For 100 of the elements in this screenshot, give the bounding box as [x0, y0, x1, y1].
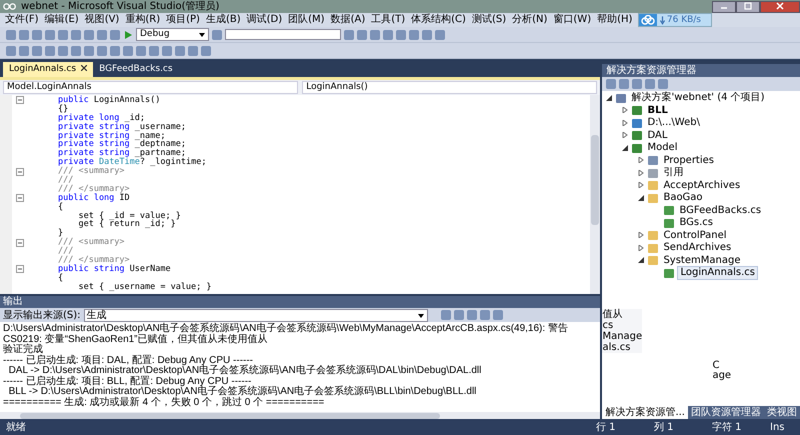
- code-line: {}: [58, 104, 68, 114]
- window-title: webnet - Microsoft Visual Studio(管理员): [21, 0, 220, 12]
- output-line: D:\Users\Administrator\Desktop\AN电子会签系统源码\AN电子会签系统源码\Web\MyManage\AcceptArcCB.aspx.cs(49,16): 警告 CS0219: 变量“ShenGaoRen1”已赋值，但其值从未使用值从: [3, 324, 569, 344]
- menu-item[interactable]: 团队(M): [285, 14, 328, 26]
- toolbar-icon[interactable]: [492, 310, 503, 320]
- item-icon: [664, 268, 674, 278]
- tree-item[interactable]: BGFeedBacks.cs: [677, 204, 764, 217]
- document-tab[interactable]: LoginAnnals.cs: [3, 62, 94, 77]
- menu-item[interactable]: 调试(D): [244, 14, 286, 26]
- collapse-icon[interactable]: [16, 265, 24, 274]
- tree-item[interactable]: ControlPanel: [661, 230, 729, 242]
- code-line: public long ID: [58, 194, 130, 203]
- tree-item[interactable]: Model: [645, 142, 680, 154]
- tree-item[interactable]: BaoGao: [661, 192, 705, 204]
- expander-icon[interactable]: [622, 144, 628, 151]
- item-icon: [648, 256, 658, 266]
- item-icon: [648, 194, 658, 203]
- close-button[interactable]: [760, 0, 800, 12]
- panel-tab[interactable]: 解决方案资源管...: [602, 406, 688, 419]
- caret-icon: [199, 33, 205, 37]
- configuration-dropdown[interactable]: Debug: [136, 28, 209, 41]
- toolbar-icon[interactable]: [440, 310, 451, 320]
- tree-item[interactable]: 引用: [661, 167, 686, 180]
- output-line: ------ 已启动生成: 项目: BLL, 配置: Debug Any CPU ------: [3, 376, 252, 386]
- vertical-scrollbar[interactable]: [590, 95, 600, 294]
- expander-icon[interactable]: [638, 257, 644, 264]
- ghost-text: 值从: [602, 309, 624, 320]
- tree-item[interactable]: Properties: [661, 154, 716, 167]
- tree-item[interactable]: BGs.cs: [677, 217, 715, 230]
- menu-item[interactable]: 窗口(W): [550, 14, 594, 26]
- member-dropdown[interactable]: LoginAnnals(): [302, 81, 598, 94]
- type-dropdown[interactable]: Model.LoginAnnals: [3, 81, 298, 94]
- item-icon: [648, 156, 658, 166]
- horizontal-scrollbar[interactable]: [0, 412, 600, 419]
- menu-item[interactable]: 生成(B): [202, 14, 244, 26]
- menu-item[interactable]: 体系结构(C): [408, 14, 469, 26]
- code-line: public LoginAnnals(): [58, 96, 160, 105]
- menu-item[interactable]: 工具(T): [368, 14, 408, 26]
- play-icon[interactable]: [123, 30, 133, 40]
- explorer-title: 解决方案资源管理器: [602, 64, 800, 77]
- code-line: /// <summary>: [58, 167, 125, 176]
- menu-item[interactable]: 数据(A): [328, 14, 368, 26]
- tree-item[interactable]: AcceptArchives: [661, 180, 742, 192]
- ghost-text: cs: [602, 320, 614, 331]
- expander-icon[interactable]: [638, 194, 644, 201]
- code-line: private string _deptname;: [58, 140, 186, 150]
- toolbar-icon[interactable]: [645, 79, 656, 89]
- collapse-icon[interactable]: [16, 168, 24, 176]
- code-line: get { return _id; }: [77, 220, 176, 230]
- collapse-icon[interactable]: [16, 96, 24, 104]
- toolbar-icon[interactable]: [619, 79, 630, 89]
- item-icon: [632, 144, 642, 153]
- close-icon: [775, 2, 785, 10]
- ghost-text: als.cs: [602, 342, 630, 353]
- close-icon[interactable]: [81, 65, 88, 71]
- toolbar-icon[interactable]: [480, 310, 490, 320]
- tree-item[interactable]: DAL: [645, 130, 670, 142]
- code-line: private string _partname;: [58, 149, 186, 158]
- toolbar-icon[interactable]: [658, 79, 668, 89]
- code-line: {: [58, 202, 64, 212]
- tree-item[interactable]: D:\...\Web\: [645, 117, 702, 130]
- collapse-icon[interactable]: [16, 238, 24, 247]
- code-line: ///: [58, 247, 74, 256]
- menu-item[interactable]: 重构(R): [122, 14, 164, 26]
- output-source-dropdown[interactable]: 生成: [84, 308, 428, 322]
- code-line: private string _name;: [58, 132, 166, 140]
- cloud-icon: [638, 14, 657, 26]
- menu-item[interactable]: 分析(N): [509, 14, 550, 26]
- tree-item[interactable]: SystemManage: [661, 254, 742, 267]
- menu-item[interactable]: 视图(V): [82, 14, 122, 26]
- menu-item[interactable]: 项目(P): [163, 14, 203, 26]
- collapse-icon[interactable]: [16, 194, 24, 202]
- insert-mode-indicator: Ins: [770, 422, 786, 432]
- toolbar-icon[interactable]: [454, 310, 464, 320]
- item-icon: [632, 118, 642, 128]
- tree-item[interactable]: SendArchives: [661, 242, 734, 254]
- output-line: ========== 生成: 成功或最新 4 个，失败 0 个，跳过 0 个 ==========: [3, 398, 326, 408]
- code-line: }: [58, 229, 64, 238]
- toolbar-icon[interactable]: [466, 310, 477, 320]
- toolbar-icon[interactable]: [632, 79, 642, 89]
- output-panel-title: 输出: [0, 296, 600, 308]
- item-icon: [648, 168, 658, 178]
- menu-item[interactable]: 文件(F): [2, 14, 42, 26]
- search-combo-field[interactable]: [225, 29, 341, 40]
- panel-tab[interactable]: 类视图: [764, 406, 800, 419]
- menu-item[interactable]: 测试(S): [468, 14, 510, 26]
- maximize-button[interactable]: [736, 0, 760, 12]
- expander-icon[interactable]: [606, 94, 612, 101]
- tree-item[interactable]: 解决方案'webnet' (4 个项目): [629, 92, 767, 104]
- tree-item[interactable]: LoginAnnals.cs: [677, 266, 758, 280]
- code-line: /// <summary>: [58, 238, 125, 248]
- document-tab[interactable]: BGFeedBacks.cs: [93, 62, 179, 77]
- menu-item[interactable]: 帮助(H): [594, 14, 636, 26]
- panel-tab[interactable]: 团队资源管理器: [688, 406, 764, 419]
- toolbar-icon[interactable]: [606, 79, 616, 89]
- code-line: private string _username;: [58, 122, 186, 132]
- menu-item[interactable]: 编辑(E): [42, 14, 82, 26]
- minimize-button[interactable]: [712, 0, 736, 12]
- code-line: set { _id = value; }: [77, 212, 181, 220]
- tree-item[interactable]: BLL: [645, 104, 670, 117]
